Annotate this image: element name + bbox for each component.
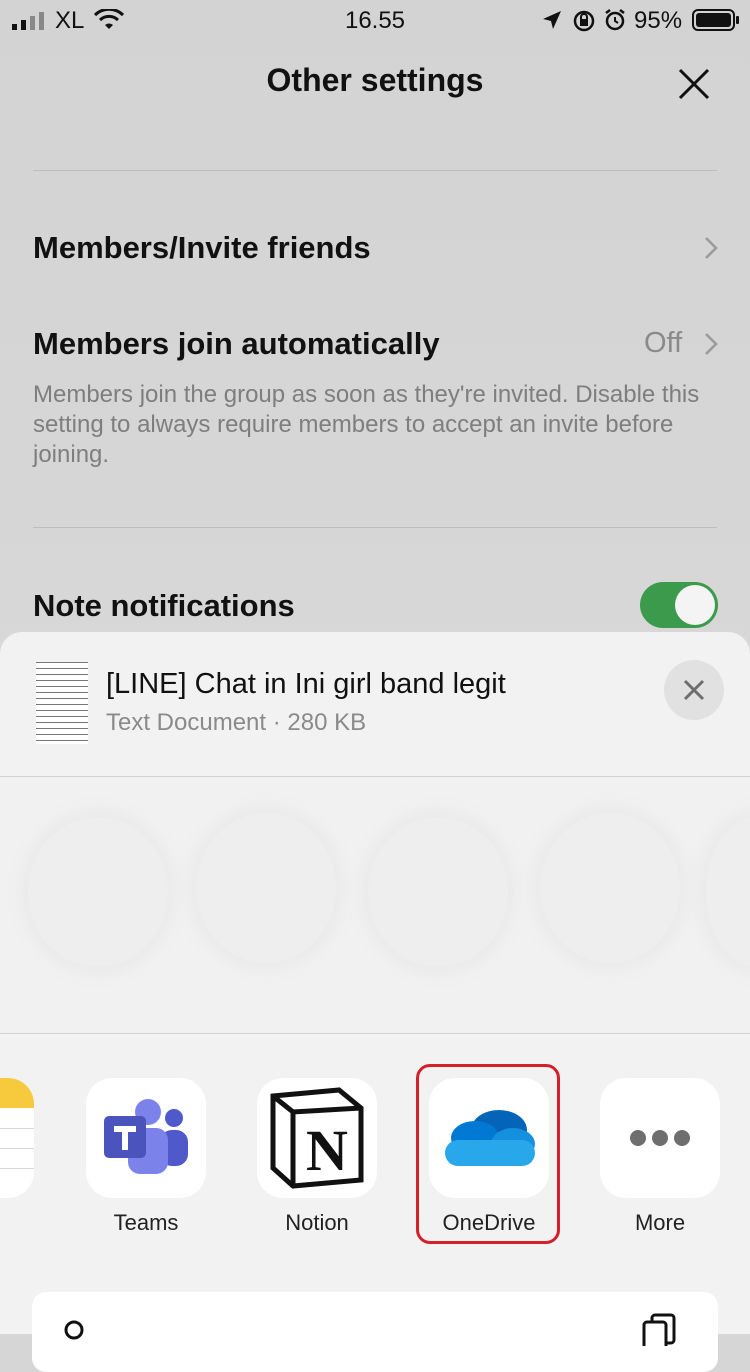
copy-icon [642,1313,676,1346]
chevron-right-icon [705,237,718,259]
suggestion-contact[interactable] [196,813,336,963]
header-divider [33,170,717,171]
suggestion-contact[interactable] [28,817,168,967]
app-label: More [634,1210,686,1235]
file-title: [LINE] Chat in Ini girl band legit [106,668,506,700]
members-invite-label: Members/Invite friends [33,230,371,265]
close-icon [683,679,705,701]
section-divider [33,527,717,528]
share-sheet: [LINE] Chat in Ini girl band legit Text … [0,632,750,1334]
app-notion[interactable]: N Notion [257,1078,377,1235]
notion-icon: N [257,1078,377,1198]
teams-icon [86,1078,206,1198]
chevron-right-icon [705,333,718,355]
members-join-label: Members join automatically [33,326,440,361]
notes-icon [0,1078,34,1198]
action-card[interactable] [32,1292,718,1372]
app-label: Teams [113,1210,179,1235]
document-thumbnail [36,662,88,744]
svg-text:N: N [306,1118,348,1183]
app-label: s [0,1210,20,1236]
sheet-divider [0,1033,750,1034]
suggestion-contact[interactable] [540,813,680,963]
members-join-value: Off [644,327,683,359]
rotation-lock-icon [573,10,595,32]
suggestion-contact[interactable] [706,817,750,967]
members-join-description: Members join the group as soon as they'r… [33,381,700,468]
onedrive-highlight [416,1064,560,1244]
note-notifications-label: Note notifications [33,588,295,623]
page-title: Other settings [266,62,484,98]
location-icon [543,11,561,29]
file-subtitle: Text Document · 280 KB [106,709,367,736]
more-icon [600,1078,720,1198]
close-share-button[interactable] [664,660,724,720]
suggestion-contact[interactable] [368,817,508,967]
battery-percent: 95% [634,7,683,34]
app-more[interactable]: More [600,1078,720,1235]
alarm-icon [605,9,625,31]
app-notes[interactable]: s [0,1078,34,1198]
app-label: Notion [285,1210,349,1235]
app-teams[interactable]: Teams [86,1078,206,1235]
suggestions-row [0,777,750,1033]
status-bar: XL 16.55 95% [0,0,750,40]
battery-icon [692,9,739,31]
search-icon [64,1320,84,1340]
note-notifications-toggle[interactable] [640,582,718,628]
close-icon[interactable] [676,66,712,102]
toggle-knob [675,585,715,625]
